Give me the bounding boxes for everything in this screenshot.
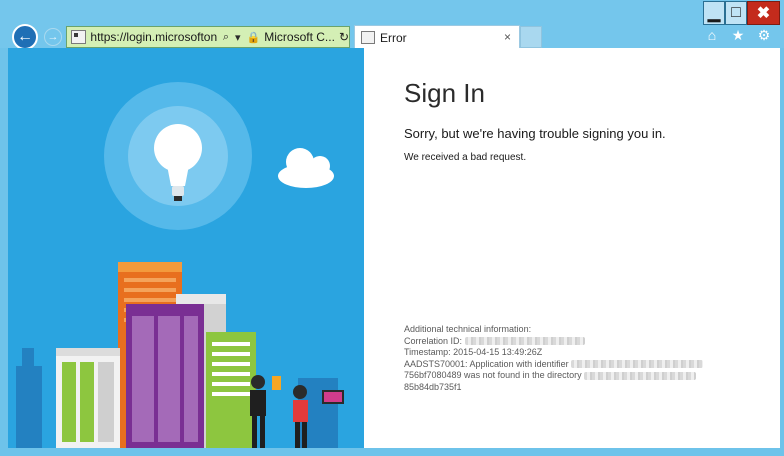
tab-title: Error <box>380 30 407 45</box>
error-line-1: AADSTS70001: Application with identifier <box>404 359 774 371</box>
redacted-correlation-id <box>464 337 585 346</box>
page-title: Sign In <box>404 78 485 108</box>
address-bar[interactable]: https://login.microsoftonline.... ⌕ ▾ 🔒 … <box>66 26 350 48</box>
timestamp-line: Timestamp: 2015-04-15 13:49:26Z <box>404 347 543 357</box>
redacted-directory-id <box>584 371 697 380</box>
tech-heading: Additional technical information: <box>404 324 532 334</box>
city-lightbulb-illustration <box>16 82 344 448</box>
error-line-2-text: 756bf7080489 was not found in the direct… <box>404 370 582 380</box>
close-icon: ✖ <box>756 5 771 22</box>
sign-in-panel: Sign In Sorry, but we're having trouble … <box>364 48 780 448</box>
search-icon[interactable]: ⌕ <box>223 31 229 44</box>
error-message: Sorry, but we're having trouble signing … <box>404 126 666 141</box>
address-url[interactable]: https://login.microsoftonline.... <box>90 30 216 44</box>
sign-in-illustration <box>8 48 364 448</box>
home-icon[interactable]: ⌂ <box>704 27 720 43</box>
lock-icon[interactable]: 🔒 <box>247 31 261 44</box>
new-tab-button[interactable] <box>520 26 542 48</box>
forward-arrow-icon: → <box>47 31 59 43</box>
tab-error[interactable]: Error × <box>354 25 520 49</box>
tab-favicon-icon <box>361 31 375 44</box>
favorites-star-icon[interactable]: ★ <box>730 27 746 43</box>
technical-info: Additional technical information: Correl… <box>404 324 774 393</box>
error-line-2: 756bf7080489 was not found in the direct… <box>404 370 774 382</box>
minimize-icon: ▁ <box>707 5 721 22</box>
forward-button[interactable]: → <box>44 28 62 46</box>
close-window-button[interactable]: ✖ <box>747 1 780 25</box>
tab-close-icon[interactable]: × <box>504 30 511 44</box>
error-line-3: 85b84db735f1 <box>404 381 462 392</box>
correlation-id-line: Correlation ID: <box>404 336 774 348</box>
back-button[interactable]: ← <box>12 24 38 50</box>
error-submessage: We received a bad request. <box>404 152 527 163</box>
site-identity[interactable]: Microsoft C... <box>264 30 335 44</box>
maximize-button[interactable]: □ <box>725 1 747 25</box>
settings-gear-icon[interactable]: ⚙ <box>756 27 772 43</box>
minimize-button[interactable]: ▁ <box>703 1 725 25</box>
back-arrow-icon: ← <box>17 28 33 45</box>
redacted-app-id <box>571 360 704 369</box>
correlation-id-label: Correlation ID: <box>404 335 463 346</box>
site-favicon-icon <box>71 30 87 44</box>
error-line-1-text: AADSTS70001: Application with identifier <box>404 358 569 369</box>
chevron-down-icon[interactable]: ▾ <box>235 31 241 44</box>
refresh-icon[interactable]: ↻ <box>339 30 349 44</box>
maximize-icon: □ <box>731 4 741 21</box>
toolbar-right: ⌂ ★ ⚙ <box>704 27 772 44</box>
